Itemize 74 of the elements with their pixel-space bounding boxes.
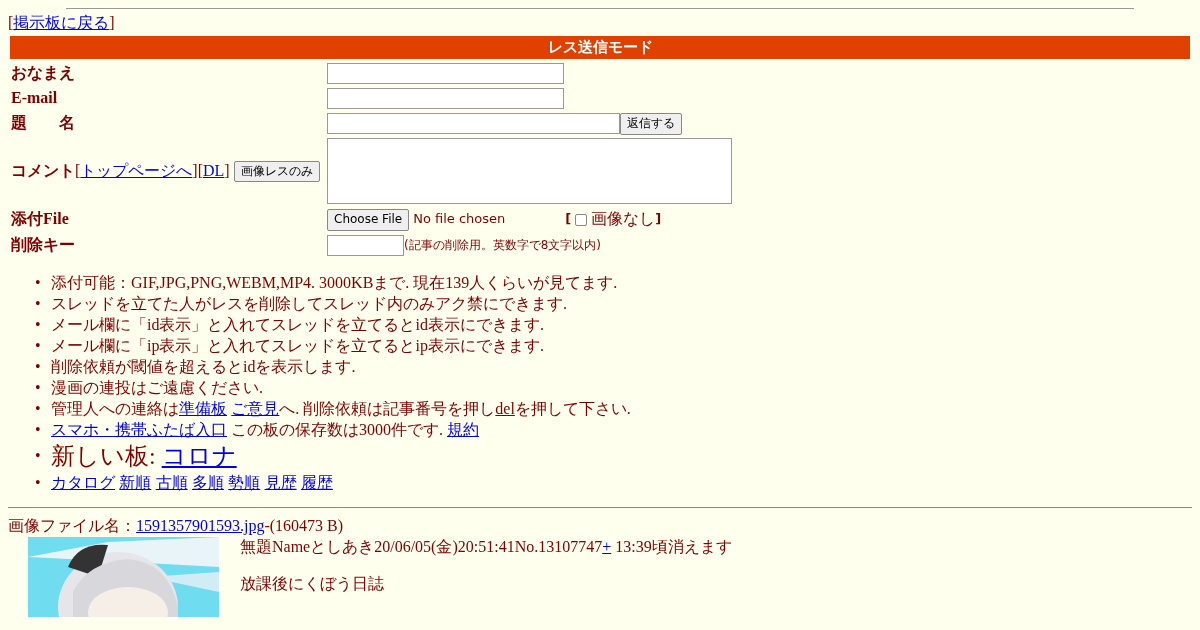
field-label: 添付File: [11, 209, 69, 230]
text: スレッドを立てた人がレスを削除してスレッド内のみアク禁にできます.: [51, 295, 567, 313]
text: ][: [192, 161, 203, 179]
text: 漫画の連投はご遠慮ください.: [51, 379, 263, 397]
text: この板の保存数は3000件です.: [230, 421, 444, 439]
checkbox[interactable]: [575, 213, 588, 226]
checkbox-label: 画像なし: [591, 209, 656, 231]
link[interactable]: トップページへ: [80, 161, 193, 179]
link[interactable]: 掲示板に戻る: [13, 14, 110, 31]
text: へ. 削除依頼は記事番号を押し: [279, 400, 496, 418]
link[interactable]: 新順: [119, 474, 152, 492]
email-field[interactable]: [327, 88, 564, 110]
text: [: [8, 14, 14, 31]
text: 13:39頃消えます: [614, 538, 732, 556]
text: 無題: [240, 538, 272, 556]
file-status: No file chosen: [413, 211, 507, 229]
link[interactable]: スマホ・携帯ふたば入口: [51, 421, 227, 439]
text: メール欄に「id表示」と入れてスレッドを立てるとid表示にできます.: [51, 316, 544, 334]
subject-field[interactable]: [327, 113, 620, 135]
text: No.13107747: [514, 538, 603, 556]
bullet: •: [35, 399, 42, 420]
link[interactable]: 見歴: [264, 474, 297, 492]
bullet: •: [35, 378, 42, 399]
post-body: 放課後にくぼう日誌: [240, 573, 385, 594]
file-link[interactable]: 1591357901593.jpg: [136, 517, 265, 535]
link[interactable]: 規約: [447, 421, 479, 439]
link[interactable]: カタログ: [51, 474, 115, 492]
field-label: おなまえ: [11, 63, 75, 84]
bullet: •: [35, 315, 42, 336]
text: ]: [655, 211, 662, 229]
text: 削除依頼が閾値を超えるとidを表示します.: [51, 358, 356, 376]
bullet: •: [35, 420, 42, 441]
bullet: •: [35, 446, 42, 467]
reply-button[interactable]: 返信する: [620, 113, 682, 135]
text: [: [565, 211, 572, 229]
text: 20/06/05(金)20:51:41: [374, 538, 515, 556]
form-header: レス送信モード: [10, 35, 1190, 60]
text: 画像ファイル名：: [8, 517, 136, 535]
field-label: E-mail: [11, 88, 58, 109]
text: メール欄に「ip表示」と入れてスレッドを立てるとip表示にできます.: [51, 337, 544, 355]
link[interactable]: 古順: [155, 474, 188, 492]
field-label: 削除キー: [11, 235, 75, 256]
text: ]: [224, 161, 230, 179]
text: Name: [272, 538, 311, 556]
link[interactable]: 履歴: [300, 474, 333, 492]
text: -(160473 B): [264, 517, 344, 535]
name-field[interactable]: [327, 63, 564, 85]
text: [: [75, 161, 81, 179]
comment-field[interactable]: [327, 138, 732, 205]
bullet: •: [35, 294, 42, 315]
bullet: •: [35, 273, 42, 294]
bullet: •: [35, 357, 42, 378]
bullet: •: [35, 473, 42, 494]
text: を押して下さい.: [514, 400, 631, 418]
image-only-button[interactable]: 画像レスのみ: [233, 160, 320, 183]
link[interactable]: コロナ: [161, 443, 237, 470]
text: 添付可能：GIF,JPG,PNG,WEBM,MP4. 3000KBまで. 現在139人くらいが見てます.: [51, 274, 618, 292]
plus-link[interactable]: +: [602, 538, 612, 556]
text: 新しい板:: [51, 443, 157, 470]
delete-key-field[interactable]: [327, 235, 404, 257]
link[interactable]: ご意見: [231, 400, 280, 418]
choose-file-button[interactable]: Choose File: [327, 209, 410, 231]
field-label: コメント: [11, 160, 75, 181]
bullet: •: [35, 336, 42, 357]
link[interactable]: 準備板: [179, 400, 227, 418]
field-hint: (記事の削除用。英数字で8文字以内): [404, 238, 601, 254]
link[interactable]: DL: [203, 161, 225, 179]
field-label: 題 名: [11, 113, 75, 134]
text: 管理人への連絡は: [51, 400, 179, 418]
link[interactable]: 多順: [191, 474, 224, 492]
text: としあき: [310, 538, 375, 556]
link[interactable]: 勢順: [228, 474, 261, 492]
text: del: [495, 400, 515, 418]
text: ]: [109, 14, 115, 31]
